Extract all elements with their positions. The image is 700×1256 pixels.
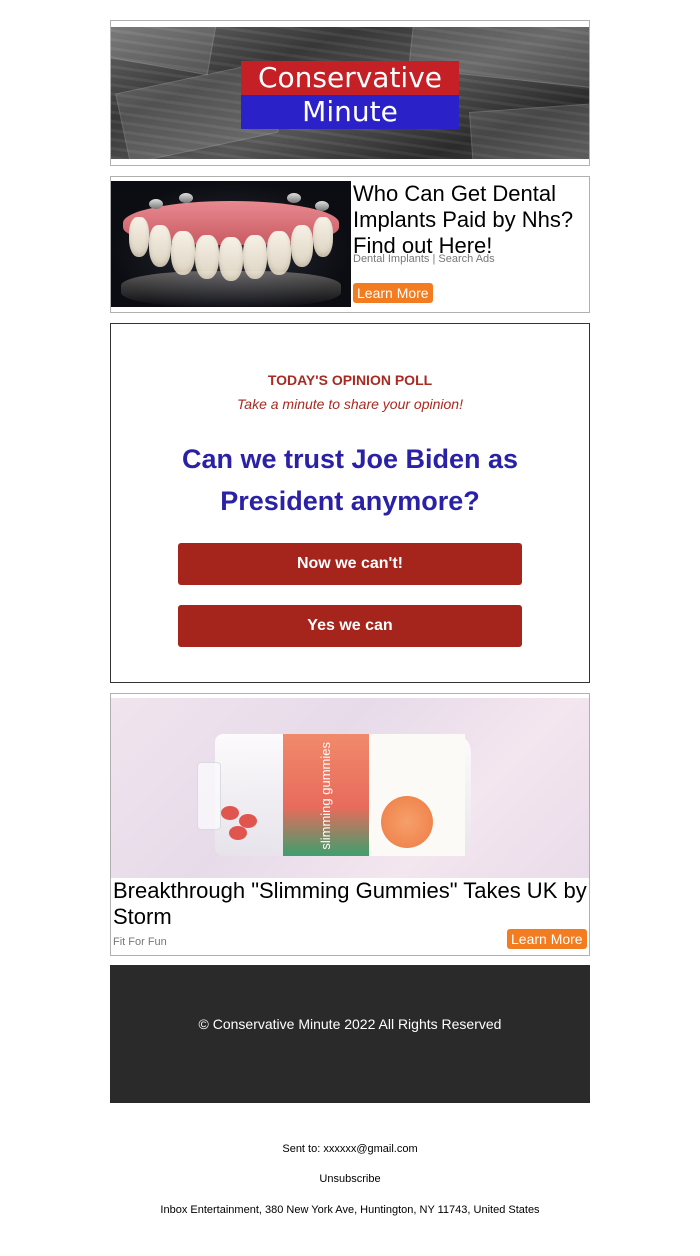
poll-option-no-button[interactable]: Now we can't! bbox=[178, 543, 522, 585]
newspaper-background-image: Conservative Minute bbox=[111, 27, 589, 159]
copyright-text: © Conservative Minute 2022 All Rights Re… bbox=[198, 1016, 502, 1032]
logo-line-1: Conservative bbox=[241, 61, 459, 95]
poll-subheading: Take a minute to share your opinion! bbox=[237, 396, 463, 412]
slimming-gummies-ad[interactable]: slimming gummies Breakthrough "Slimming … bbox=[110, 693, 590, 956]
learn-more-button[interactable]: Learn More bbox=[353, 283, 433, 303]
opinion-poll-card: TODAY'S OPINION POLL Take a minute to sh… bbox=[110, 323, 590, 683]
poll-option-yes-button[interactable]: Yes we can bbox=[178, 605, 522, 647]
unsubscribe-link[interactable]: Unsubscribe bbox=[0, 1173, 700, 1185]
dental-implants-image[interactable] bbox=[111, 181, 351, 307]
ad-source: Fit For Fun bbox=[113, 936, 167, 948]
poll-question: Can we trust Joe Biden as President anym… bbox=[181, 444, 519, 516]
dental-implants-ad[interactable]: Who Can Get Dental Implants Paid by Nhs?… bbox=[110, 176, 590, 313]
ad-source: Dental Implants | Search Ads bbox=[353, 253, 495, 265]
poll-heading: TODAY'S OPINION POLL bbox=[267, 372, 433, 388]
slimming-gummies-image[interactable]: slimming gummies bbox=[111, 698, 589, 878]
ad-headline[interactable]: Breakthrough "Slimming Gummies" Takes UK… bbox=[113, 878, 587, 930]
sender-address: Inbox Entertainment, 380 New York Ave, H… bbox=[160, 1204, 540, 1216]
header-banner-card: Conservative Minute bbox=[110, 20, 590, 166]
footer-bar: © Conservative Minute 2022 All Rights Re… bbox=[110, 965, 590, 1103]
logo-line-2: Minute bbox=[241, 95, 459, 129]
brand-logo[interactable]: Conservative Minute bbox=[241, 61, 459, 129]
learn-more-button[interactable]: Learn More bbox=[507, 929, 587, 949]
sent-to-text: Sent to: xxxxxx@gmail.com bbox=[282, 1143, 418, 1155]
ad-headline[interactable]: Who Can Get Dental Implants Paid by Nhs?… bbox=[353, 181, 589, 259]
gummies-bottle: slimming gummies bbox=[197, 734, 471, 856]
bottle-label-text: slimming gummies bbox=[318, 742, 333, 850]
